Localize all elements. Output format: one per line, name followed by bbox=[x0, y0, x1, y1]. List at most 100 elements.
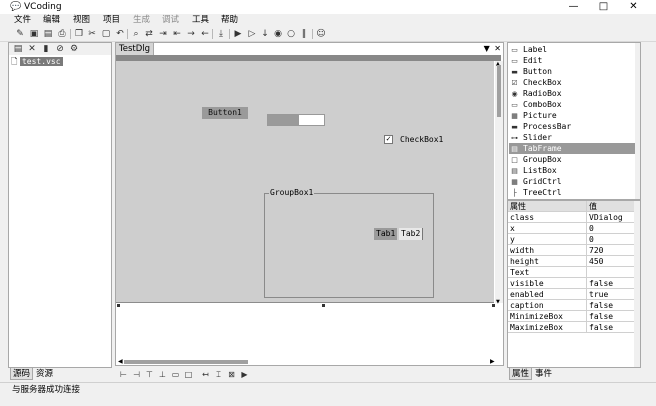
property-row[interactable]: MaximizeBox false bbox=[508, 322, 634, 333]
control-item-gridctrl[interactable]: ▦ GridCtrl bbox=[509, 176, 635, 187]
menu-file[interactable]: 文件 bbox=[14, 14, 31, 26]
property-row[interactable]: y0 bbox=[508, 234, 634, 245]
align-right-icon[interactable]: ⊣ bbox=[131, 369, 142, 380]
control-item-radiobox[interactable]: ◉ RadioBox bbox=[509, 88, 635, 99]
property-row[interactable]: MinimizeBox false bbox=[508, 311, 634, 322]
scroll-left-arrow-icon[interactable]: ◀ bbox=[118, 358, 123, 365]
step-icon[interactable]: ↓ bbox=[259, 28, 271, 40]
user-icon[interactable]: ☺ bbox=[315, 28, 327, 40]
resize-handle[interactable] bbox=[117, 304, 120, 307]
pause-icon[interactable]: ‖ bbox=[298, 28, 310, 40]
property-scrollbar[interactable] bbox=[634, 201, 640, 367]
preview-run-icon[interactable]: ▶ bbox=[239, 369, 250, 380]
search-icon[interactable]: ⌕ bbox=[130, 28, 142, 40]
tab-properties[interactable]: 属性 bbox=[509, 368, 533, 380]
stop-icon[interactable]: ○ bbox=[285, 28, 297, 40]
control-item-edit[interactable]: ▭ Edit bbox=[509, 55, 635, 66]
paste-icon[interactable]: ▢ bbox=[100, 28, 112, 40]
widget-groupbox[interactable] bbox=[264, 193, 434, 298]
property-row[interactable]: width 720 bbox=[508, 245, 634, 256]
resize-handle[interactable] bbox=[492, 304, 495, 307]
property-row[interactable]: Text bbox=[508, 267, 634, 278]
menu-edit[interactable]: 编辑 bbox=[43, 14, 60, 26]
property-row[interactable]: enabled true bbox=[508, 289, 634, 300]
undo-icon[interactable]: ↶ bbox=[114, 28, 126, 40]
controls-scrollbar[interactable] bbox=[635, 43, 640, 199]
control-item-listbox[interactable]: ▤ ListBox bbox=[509, 165, 635, 176]
menu-tools[interactable]: 工具 bbox=[192, 14, 209, 26]
control-item-treectrl[interactable]: ├ TreeCtrl bbox=[509, 187, 635, 198]
widget-tab2[interactable]: Tab2 bbox=[399, 228, 424, 240]
property-row[interactable]: height 450 bbox=[508, 256, 634, 267]
close-button[interactable]: ✕ bbox=[620, 0, 647, 14]
save-all-icon[interactable]: ▤ bbox=[42, 28, 54, 40]
property-row[interactable]: visible false bbox=[508, 278, 634, 289]
tab-source[interactable]: 源码 bbox=[10, 368, 34, 380]
outdent-icon[interactable]: ⇤ bbox=[171, 28, 183, 40]
dialog-canvas[interactable]: Button1 ✓ CheckBox1 GroupBox1 Tab1 Tab2 bbox=[116, 61, 494, 303]
control-item-picture[interactable]: ▦ Picture bbox=[509, 110, 635, 121]
project-file-item[interactable]: 🗋 test.vsc bbox=[11, 57, 63, 67]
minimize-button[interactable]: — bbox=[560, 0, 587, 14]
indent-icon[interactable]: ⇥ bbox=[157, 28, 169, 40]
control-item-button[interactable]: ▬ Button bbox=[509, 66, 635, 77]
same-size-icon[interactable]: ▭ bbox=[170, 369, 181, 380]
align-bottom-icon[interactable]: ⊥ bbox=[157, 369, 168, 380]
resize-handle[interactable] bbox=[322, 304, 325, 307]
dropdown-icon[interactable]: ▼ bbox=[484, 44, 490, 53]
control-item-slider[interactable]: ⊶ Slider bbox=[509, 132, 635, 143]
widget-button1[interactable]: Button1 bbox=[202, 107, 248, 119]
uncomment-icon[interactable]: ← bbox=[199, 28, 211, 40]
control-item-groupbox[interactable]: □ GroupBox bbox=[509, 154, 635, 165]
property-row[interactable]: class VDialog bbox=[508, 212, 634, 223]
control-item-checkbox[interactable]: ☑ CheckBox bbox=[509, 77, 635, 88]
copy-icon[interactable]: ❐ bbox=[73, 28, 85, 40]
control-item-processbar[interactable]: ▬ ProcessBar bbox=[509, 121, 635, 132]
editor-tab-testdlg[interactable]: TestDlg bbox=[116, 43, 155, 55]
align-left-icon[interactable]: ⊢ bbox=[118, 369, 129, 380]
menu-help[interactable]: 帮助 bbox=[221, 14, 238, 26]
scroll-right-arrow-icon[interactable]: ▶ bbox=[490, 358, 495, 365]
control-item-tabframe[interactable]: ▤ TabFrame bbox=[509, 143, 635, 154]
toolbar-separator bbox=[229, 29, 230, 39]
close-tab-icon[interactable]: ✕ bbox=[494, 44, 501, 53]
trash-icon[interactable]: ▮ bbox=[40, 43, 52, 55]
watch-icon[interactable]: ◉ bbox=[272, 28, 284, 40]
open-folder-icon[interactable]: ▤ bbox=[12, 43, 24, 55]
widget-tab1[interactable]: Tab1 bbox=[374, 228, 398, 240]
property-row[interactable]: caption false bbox=[508, 300, 634, 311]
delete-icon[interactable]: ✕ bbox=[26, 43, 38, 55]
property-header-key: 属性 bbox=[509, 201, 587, 212]
property-row[interactable]: x0 bbox=[508, 223, 634, 234]
editor-vertical-scroll-thumb[interactable] bbox=[497, 65, 501, 117]
widget-checkbox-box[interactable]: ✓ bbox=[384, 135, 393, 144]
debug-icon[interactable]: ▷ bbox=[246, 28, 258, 40]
comment-icon[interactable]: → bbox=[185, 28, 197, 40]
new-icon[interactable]: ✎ bbox=[14, 28, 26, 40]
cancel-icon[interactable]: ⊘ bbox=[54, 43, 66, 55]
align-top-icon[interactable]: ⊤ bbox=[144, 369, 155, 380]
control-item-combobox[interactable]: ▭ ComboBox bbox=[509, 99, 635, 110]
maximize-button[interactable]: □ bbox=[590, 0, 617, 14]
space-vertical-icon[interactable]: ⌶ bbox=[213, 369, 224, 380]
cut-icon[interactable]: ✂ bbox=[86, 28, 98, 40]
run-icon[interactable]: ▶ bbox=[232, 28, 244, 40]
menu-view[interactable]: 视图 bbox=[73, 14, 90, 26]
scroll-down-arrow-icon[interactable]: ▼ bbox=[496, 299, 500, 305]
same-width-icon[interactable]: □ bbox=[183, 369, 194, 380]
menu-project[interactable]: 项目 bbox=[103, 14, 120, 26]
control-item-label[interactable]: ▭ Label bbox=[509, 44, 635, 55]
center-icon[interactable]: ⊠ bbox=[226, 369, 237, 380]
space-horizontal-icon[interactable]: ↤ bbox=[200, 369, 211, 380]
editor-horizontal-scroll-thumb[interactable] bbox=[124, 360, 248, 364]
menu-build[interactable]: 生成 bbox=[133, 14, 150, 26]
menu-debug[interactable]: 调试 bbox=[162, 14, 179, 26]
build-icon[interactable]: ⤓ bbox=[215, 28, 227, 40]
settings-icon[interactable]: ⚙ bbox=[68, 43, 80, 55]
tab-events[interactable]: 事件 bbox=[533, 368, 554, 380]
save-icon[interactable]: ▣ bbox=[28, 28, 40, 40]
replace-icon[interactable]: ⇄ bbox=[143, 28, 155, 40]
align-toolbar: ⊢ ⊣ ⊤ ⊥ ▭ □ ↤ ⌶ ⊠ ▶ bbox=[115, 368, 504, 382]
print-icon[interactable]: ⎙ bbox=[56, 28, 68, 40]
tab-resources[interactable]: 资源 bbox=[34, 368, 55, 380]
